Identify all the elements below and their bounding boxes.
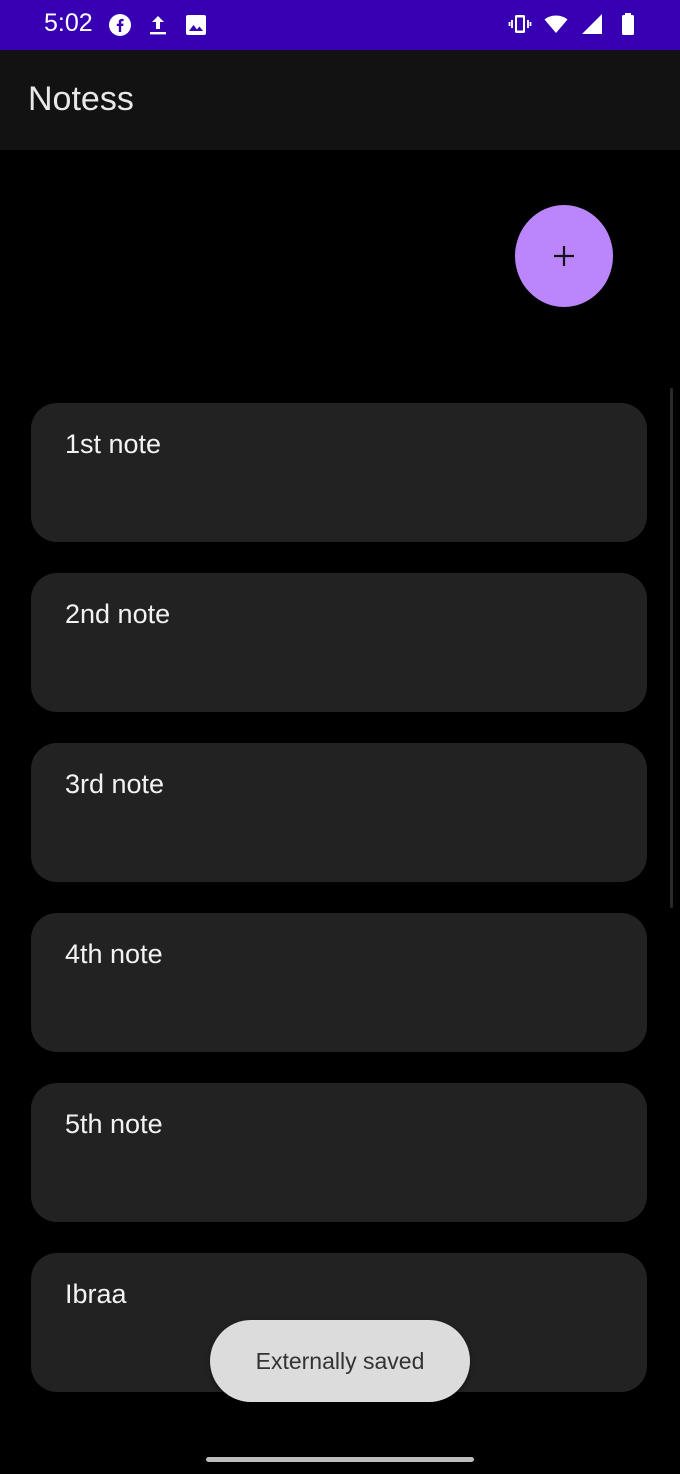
toast: Externally saved: [210, 1320, 470, 1402]
note-title: Ibraa: [65, 1279, 127, 1309]
upload-icon: [150, 16, 166, 35]
note-card[interactable]: 1st note: [31, 403, 647, 542]
vibrate-icon: [508, 15, 532, 33]
add-note-button[interactable]: [515, 205, 613, 307]
signal-icon: [582, 14, 602, 34]
status-system-icons: [508, 12, 640, 36]
image-icon: [186, 15, 206, 35]
toast-message: Externally saved: [255, 1347, 425, 1374]
note-title: 3rd note: [65, 769, 165, 799]
battery-icon: [622, 13, 634, 35]
status-bar: 5:02: [0, 0, 680, 50]
note-title: 5th note: [65, 1109, 163, 1139]
note-title: 2nd note: [65, 599, 171, 629]
facebook-icon: [109, 14, 131, 36]
note-card[interactable]: 4th note: [31, 913, 647, 1052]
note-card[interactable]: 5th note: [31, 1083, 647, 1222]
note-card[interactable]: 2nd note: [31, 573, 647, 712]
gesture-nav-handle[interactable]: [206, 1457, 474, 1462]
note-card[interactable]: 3rd note: [31, 743, 647, 882]
status-notification-icons: [108, 13, 208, 37]
note-title: 1st note: [65, 429, 162, 459]
scrollbar[interactable]: [670, 388, 673, 908]
note-title: 4th note: [65, 939, 163, 969]
page-title: Notess: [28, 80, 134, 118]
status-time: 5:02: [44, 9, 93, 37]
plus-icon: [554, 246, 574, 266]
app-bar: Notess: [0, 50, 680, 150]
wifi-icon: [544, 15, 568, 33]
